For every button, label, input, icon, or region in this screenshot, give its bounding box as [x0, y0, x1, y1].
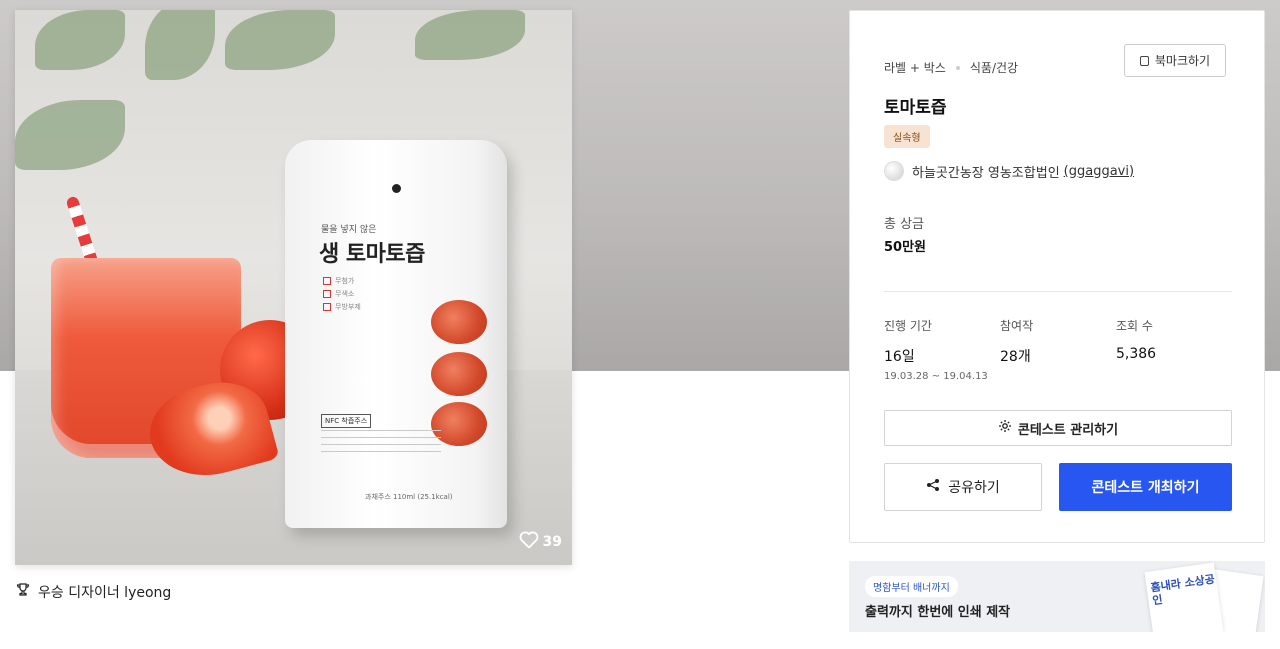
- bookmark-label: 북마크하기: [1154, 54, 1211, 68]
- banner-text: 출력까지 한번에 인쇄 제작: [865, 605, 1011, 620]
- period-range: 19.03.28 ~ 19.04.13: [884, 371, 988, 382]
- leaf-decoration: [415, 10, 525, 60]
- manage-contest-button[interactable]: 콘테스트 관리하기: [884, 410, 1232, 446]
- host-info[interactable]: 하늘곳간농장 영농조합법인 (ggaggavi): [884, 161, 1134, 181]
- bookmark-icon: [1139, 55, 1149, 66]
- host-avatar: [884, 161, 904, 181]
- contest-title: 토마토즙: [884, 98, 947, 118]
- pouch-nfc-label: NFC 착즙주스: [321, 414, 372, 428]
- bookmark-button[interactable]: 북마크하기: [1124, 44, 1226, 77]
- category-link[interactable]: 라벨 + 박스: [884, 59, 946, 76]
- print-ad-banner[interactable]: 명함부터 배너까지 출력까지 한번에 인쇄 제작 흠내라 소상공인: [849, 561, 1265, 632]
- share-button[interactable]: 공유하기: [884, 463, 1042, 511]
- product-pouch: 물을 넣지 않은 생 토마토즙 무첨가 무색소 무방부제 NFC 착즙주스 과채…: [285, 140, 507, 528]
- pouch-volume: 과채주스 110ml (25.1kcal): [365, 493, 453, 501]
- flyer-text: 흠내라 소상공인: [1149, 572, 1216, 608]
- prize-label: 총 상금: [884, 217, 925, 232]
- stat-label: 조회 수: [1116, 319, 1153, 333]
- pouch-check-item: 무방부제: [323, 302, 361, 312]
- pouch-hole: [392, 184, 401, 193]
- stat-value: 28개: [1000, 349, 1031, 365]
- pouch-tomato-illustration: [431, 300, 487, 344]
- banner-tag: 명함부터 배너까지: [865, 576, 958, 597]
- host-name: 하늘곳간농장 영농조합법인: [912, 165, 1060, 181]
- pouch-title: 생 토마토즙: [319, 242, 425, 267]
- contest-main-image[interactable]: 물을 넣지 않은 생 토마토즙 무첨가 무색소 무방부제 NFC 착즙주스 과채…: [15, 10, 572, 565]
- leaf-decoration: [225, 10, 335, 70]
- pouch-subtitle: 물을 넣지 않은: [321, 225, 377, 235]
- contest-info-card: 라벨 + 박스 식품/건강 북마크하기 토마토즙 실속형 하늘곳간농장 영농조합…: [849, 10, 1265, 543]
- stat-value: 16일: [884, 349, 915, 365]
- plan-badge: 실속형: [884, 125, 930, 148]
- share-icon: [926, 478, 940, 496]
- subcategory-link[interactable]: 식품/건강: [970, 59, 1018, 76]
- stat-entries: 참여작 28개: [1000, 317, 1033, 366]
- host-id[interactable]: (ggaggavi): [1064, 164, 1134, 179]
- category-breadcrumb: 라벨 + 박스 식품/건강: [884, 59, 1018, 76]
- stat-label: 진행 기간: [884, 319, 932, 333]
- share-label: 공유하기: [948, 480, 1000, 496]
- gear-icon: [998, 419, 1012, 437]
- host-contest-button[interactable]: 콘테스트 개최하기: [1059, 463, 1232, 511]
- manage-contest-label: 콘테스트 관리하기: [1017, 422, 1119, 438]
- pouch-check-item: 무첨가: [323, 276, 354, 286]
- like-count: 39: [542, 534, 562, 550]
- stat-period: 진행 기간 16일 19.03.28 ~ 19.04.13: [884, 317, 988, 382]
- flyer-image: 흠내라 소상공인: [1144, 562, 1224, 632]
- heart-icon: [519, 531, 539, 553]
- stat-views: 조회 수 5,386: [1116, 317, 1156, 362]
- winner-label: 우승 디자이너 lyeong: [38, 585, 172, 601]
- pouch-tomato-illustration: [431, 352, 487, 396]
- winner-designer: 우승 디자이너 lyeong: [16, 582, 171, 602]
- like-button[interactable]: 39: [519, 531, 562, 553]
- leaf-decoration: [15, 100, 125, 170]
- stat-label: 참여작: [1000, 319, 1034, 333]
- leaf-decoration: [145, 10, 215, 80]
- stat-value: 5,386: [1116, 346, 1157, 362]
- leaf-decoration: [35, 10, 125, 70]
- separator-dot: [955, 65, 960, 70]
- trophy-icon: [16, 583, 30, 601]
- divider: [884, 291, 1232, 292]
- pouch-description-lines: [321, 430, 441, 458]
- prize-value: 50만원: [884, 240, 927, 255]
- pouch-check-item: 무색소: [323, 289, 354, 299]
